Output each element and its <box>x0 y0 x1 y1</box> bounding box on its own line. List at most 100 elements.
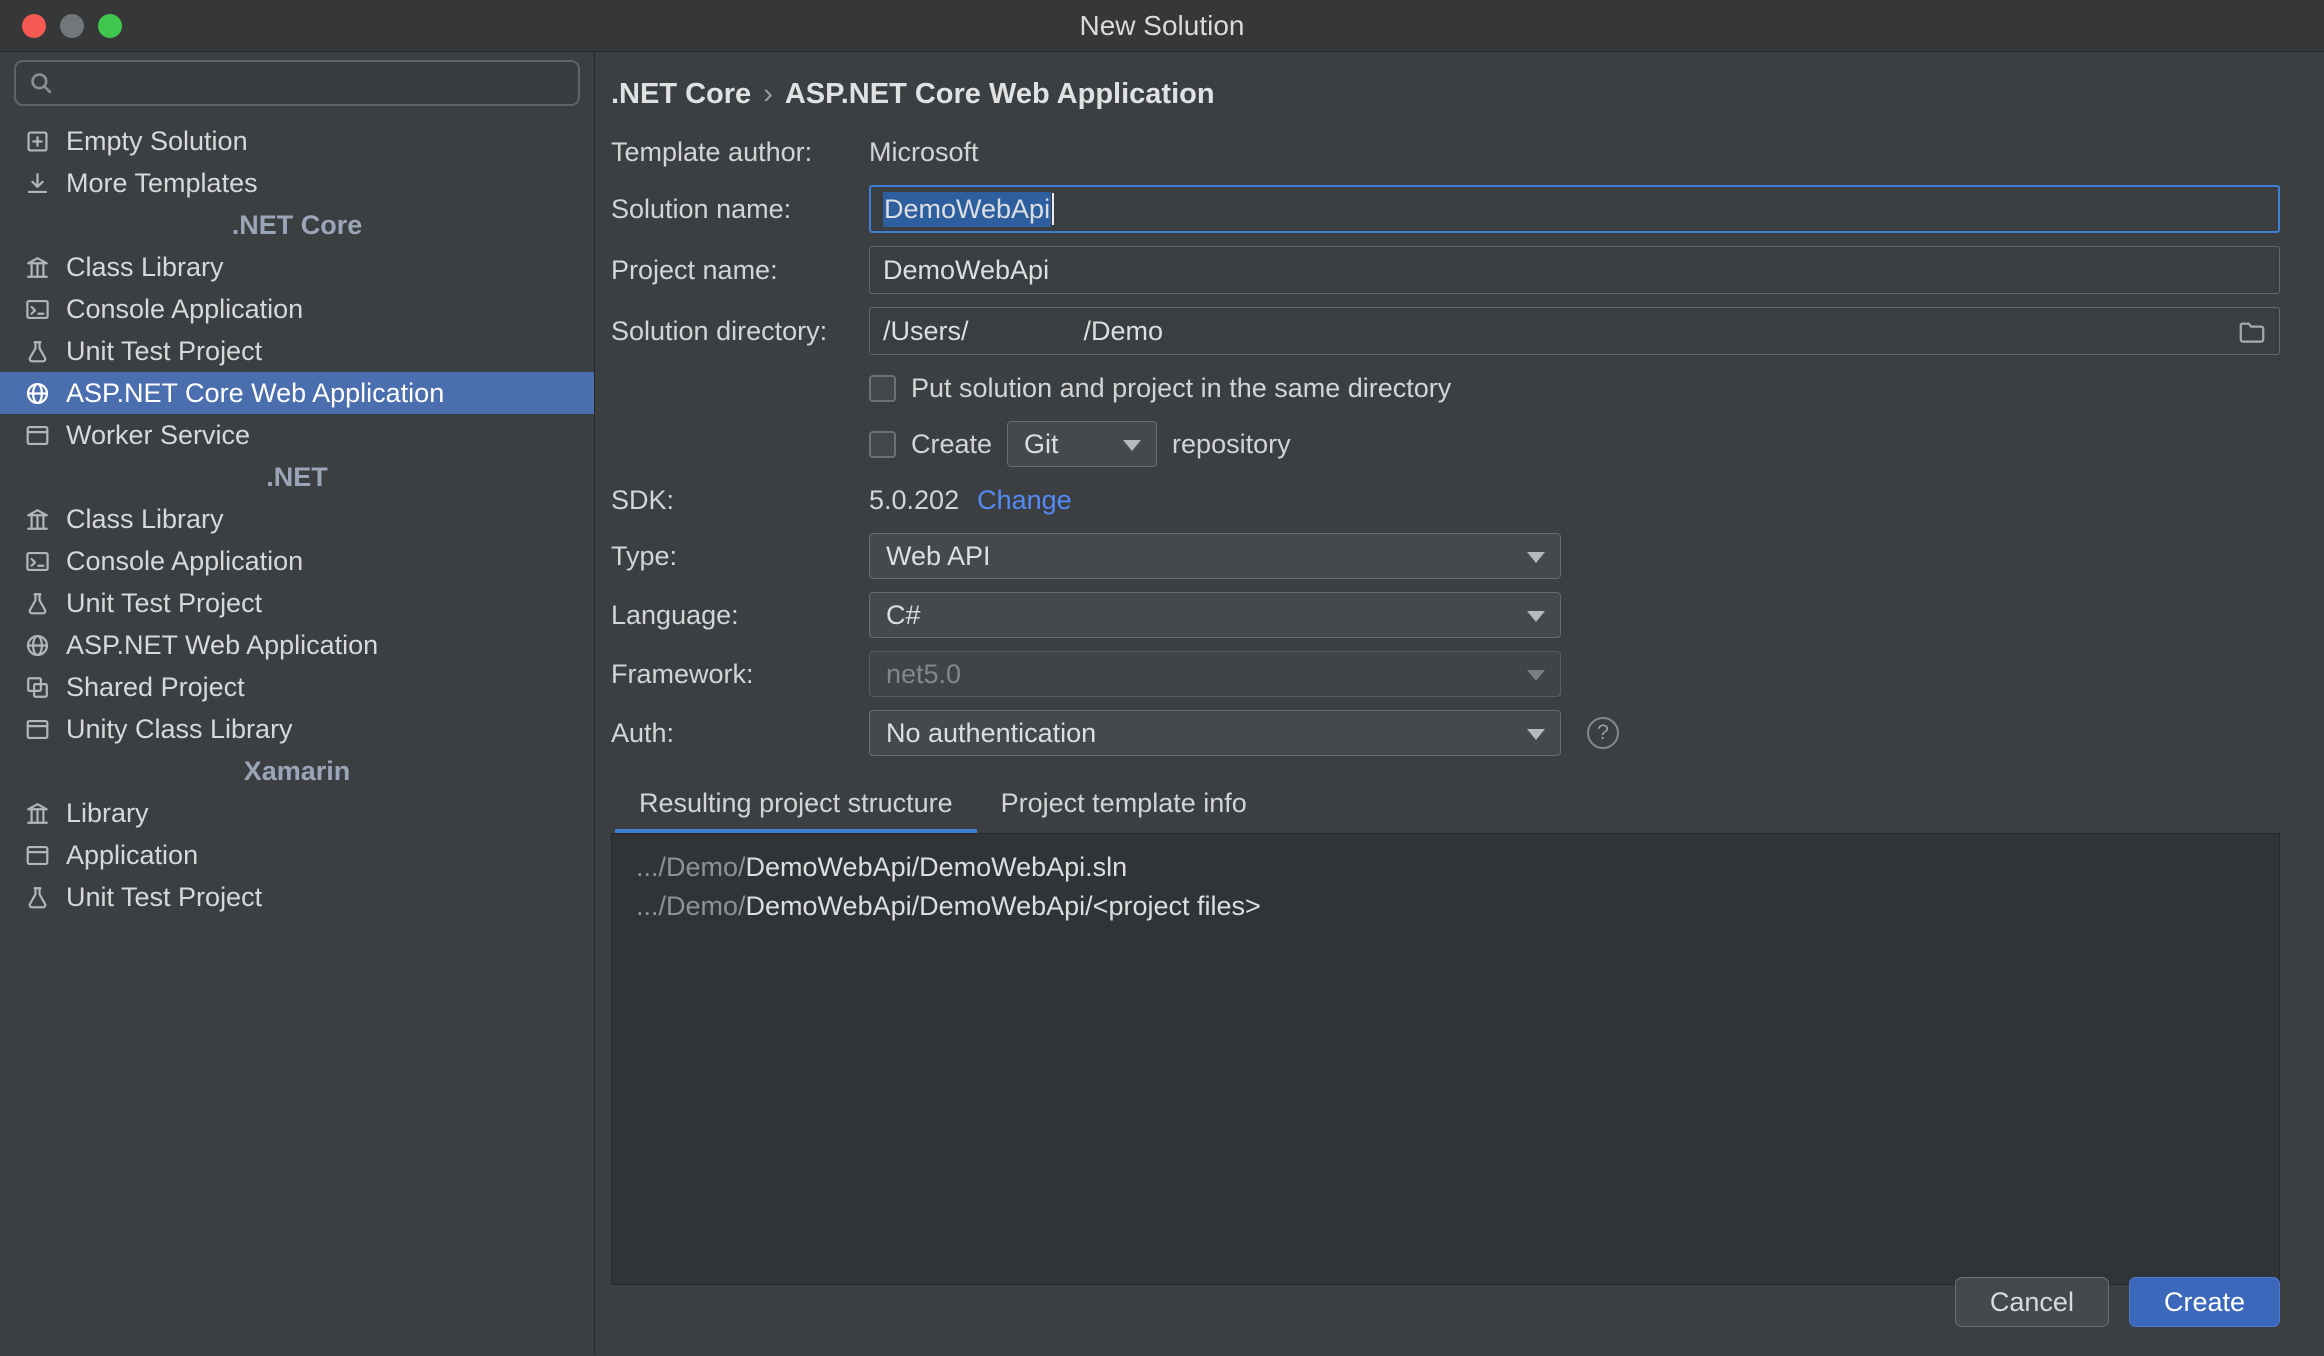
auth-dropdown[interactable]: No authentication <box>869 710 1561 756</box>
sidebar-item-unity-class-library[interactable]: Unity Class Library <box>0 708 594 750</box>
type-label: Type: <box>611 540 678 571</box>
sidebar-item-application-xamarin[interactable]: Application <box>0 834 594 876</box>
folder-icon <box>2239 322 2265 343</box>
tab-resulting-project-structure[interactable]: Resulting project structure <box>615 778 977 833</box>
sdk-change-link[interactable]: Change <box>977 485 1072 516</box>
more-templates-icon <box>24 170 51 197</box>
unity-class-library-icon <box>24 716 51 743</box>
unit-test-icon <box>24 884 51 911</box>
search-input[interactable] <box>64 67 566 99</box>
sidebar-item-shared-project[interactable]: Shared Project <box>0 666 594 708</box>
template-author-value: Microsoft <box>869 136 979 167</box>
sidebar-item-console-application-netcore[interactable]: Console Application <box>0 288 594 330</box>
window-titlebar: New Solution <box>0 0 2324 52</box>
shared-project-icon <box>24 674 51 701</box>
project-name-label: Project name: <box>611 254 778 285</box>
new-solution-form-panel: .NET Core › ASP.NET Core Web Application… <box>595 52 2324 1355</box>
solution-directory-prefix: /Users/ <box>883 315 969 346</box>
breadcrumb-template: ASP.NET Core Web Application <box>784 77 1215 110</box>
console-application-icon <box>24 296 51 323</box>
breadcrumb-separator: › <box>763 77 773 110</box>
worker-service-icon <box>24 422 51 449</box>
project-name-value: DemoWebApi <box>883 254 1050 285</box>
solution-directory-label: Solution directory: <box>611 315 828 346</box>
preview-line2-path: .../Demo/ <box>636 891 746 921</box>
language-value: C# <box>886 599 921 630</box>
text-caret <box>1052 193 1055 225</box>
sidebar-item-aspnet-web-application[interactable]: ASP.NET Web Application <box>0 624 594 666</box>
project-name-input[interactable]: DemoWebApi <box>869 246 2280 294</box>
chevron-down-icon <box>1123 440 1142 451</box>
template-sidebar: Empty Solution More Templates .NET Core … <box>0 52 595 1355</box>
class-library-icon <box>24 506 51 533</box>
web-application-icon <box>24 632 51 659</box>
auth-value: No authentication <box>886 717 1097 748</box>
library-icon <box>24 800 51 827</box>
tab-project-template-info[interactable]: Project template info <box>977 778 1271 833</box>
solution-directory-suffix: /Demo <box>1083 315 1164 346</box>
class-library-icon <box>24 254 51 281</box>
solution-directory-redacted <box>969 316 1084 346</box>
type-dropdown[interactable]: Web API <box>869 533 1561 579</box>
sidebar-item-console-application-net[interactable]: Console Application <box>0 540 594 582</box>
framework-value: net5.0 <box>886 658 962 689</box>
browse-directory-button[interactable] <box>2237 317 2267 347</box>
sidebar-item-unit-test-project-net[interactable]: Unit Test Project <box>0 582 594 624</box>
sidebar-item-more-templates[interactable]: More Templates <box>0 162 594 204</box>
solution-name-value: DemoWebApi <box>883 191 1052 227</box>
close-window-button[interactable] <box>22 14 46 38</box>
same-directory-checkbox[interactable] <box>869 374 896 402</box>
framework-label: Framework: <box>611 658 754 689</box>
empty-solution-icon <box>24 128 51 155</box>
sidebar-item-class-library-netcore[interactable]: Class Library <box>0 246 594 288</box>
traffic-lights <box>22 14 122 38</box>
web-application-icon <box>24 380 51 407</box>
zoom-window-button[interactable] <box>98 14 122 38</box>
chevron-down-icon <box>1527 670 1545 681</box>
language-label: Language: <box>611 599 739 630</box>
template-search-box[interactable] <box>14 60 580 106</box>
vcs-dropdown[interactable]: Git <box>1007 421 1158 467</box>
application-icon <box>24 842 51 869</box>
solution-name-input[interactable]: DemoWebApi <box>869 185 2280 233</box>
window-title: New Solution <box>1079 9 1245 41</box>
preview-line1-file: DemoWebApi/DemoWebApi.sln <box>745 852 1128 882</box>
preview-line2-file: DemoWebApi/DemoWebApi/<project files> <box>745 891 1261 921</box>
breadcrumb-category: .NET Core <box>611 77 752 110</box>
template-author-label: Template author: <box>611 136 813 167</box>
unit-test-icon <box>24 590 51 617</box>
search-icon <box>31 73 52 94</box>
sidebar-section-xamarin: Xamarin <box>243 755 351 786</box>
help-icon[interactable]: ? <box>1587 717 1619 749</box>
type-value: Web API <box>886 540 991 571</box>
sidebar-section-net-core: .NET Core <box>231 209 363 240</box>
breadcrumb: .NET Core › ASP.NET Core Web Application <box>611 76 2280 112</box>
language-dropdown[interactable]: C# <box>869 592 1561 638</box>
unit-test-icon <box>24 338 51 365</box>
solution-directory-input[interactable]: /Users/ /Demo <box>869 307 2280 355</box>
repository-label: repository <box>1172 428 1291 459</box>
create-button[interactable]: Create <box>2128 1277 2280 1327</box>
auth-label: Auth: <box>611 717 675 748</box>
vcs-value: Git <box>1024 428 1059 459</box>
minimize-window-button <box>60 14 84 38</box>
sidebar-item-unit-test-project-xamarin[interactable]: Unit Test Project <box>0 876 594 918</box>
sidebar-item-library-xamarin[interactable]: Library <box>0 792 594 834</box>
sidebar-item-class-library-net[interactable]: Class Library <box>0 498 594 540</box>
framework-dropdown: net5.0 <box>869 651 1561 697</box>
same-directory-checkbox-label: Put solution and project in the same dir… <box>911 372 1452 403</box>
result-tabs: Resulting project structure Project temp… <box>611 778 2280 833</box>
sidebar-item-worker-service[interactable]: Worker Service <box>0 414 594 456</box>
sdk-label: SDK: <box>611 484 675 515</box>
console-application-icon <box>24 548 51 575</box>
cancel-button[interactable]: Cancel <box>1954 1277 2109 1327</box>
sidebar-item-empty-solution[interactable]: Empty Solution <box>0 120 594 162</box>
create-repository-label: Create <box>911 428 993 459</box>
project-structure-preview: .../Demo/DemoWebApi/DemoWebApi.sln .../D… <box>611 833 2280 1285</box>
dialog-buttons: Cancel Create <box>1954 1277 2280 1327</box>
sidebar-item-aspnet-core-web-application[interactable]: ASP.NET Core Web Application <box>0 372 594 414</box>
create-repository-checkbox[interactable] <box>869 430 896 458</box>
sidebar-item-unit-test-project-netcore[interactable]: Unit Test Project <box>0 330 594 372</box>
solution-name-label: Solution name: <box>611 193 792 224</box>
sidebar-section-net: .NET <box>266 461 328 492</box>
